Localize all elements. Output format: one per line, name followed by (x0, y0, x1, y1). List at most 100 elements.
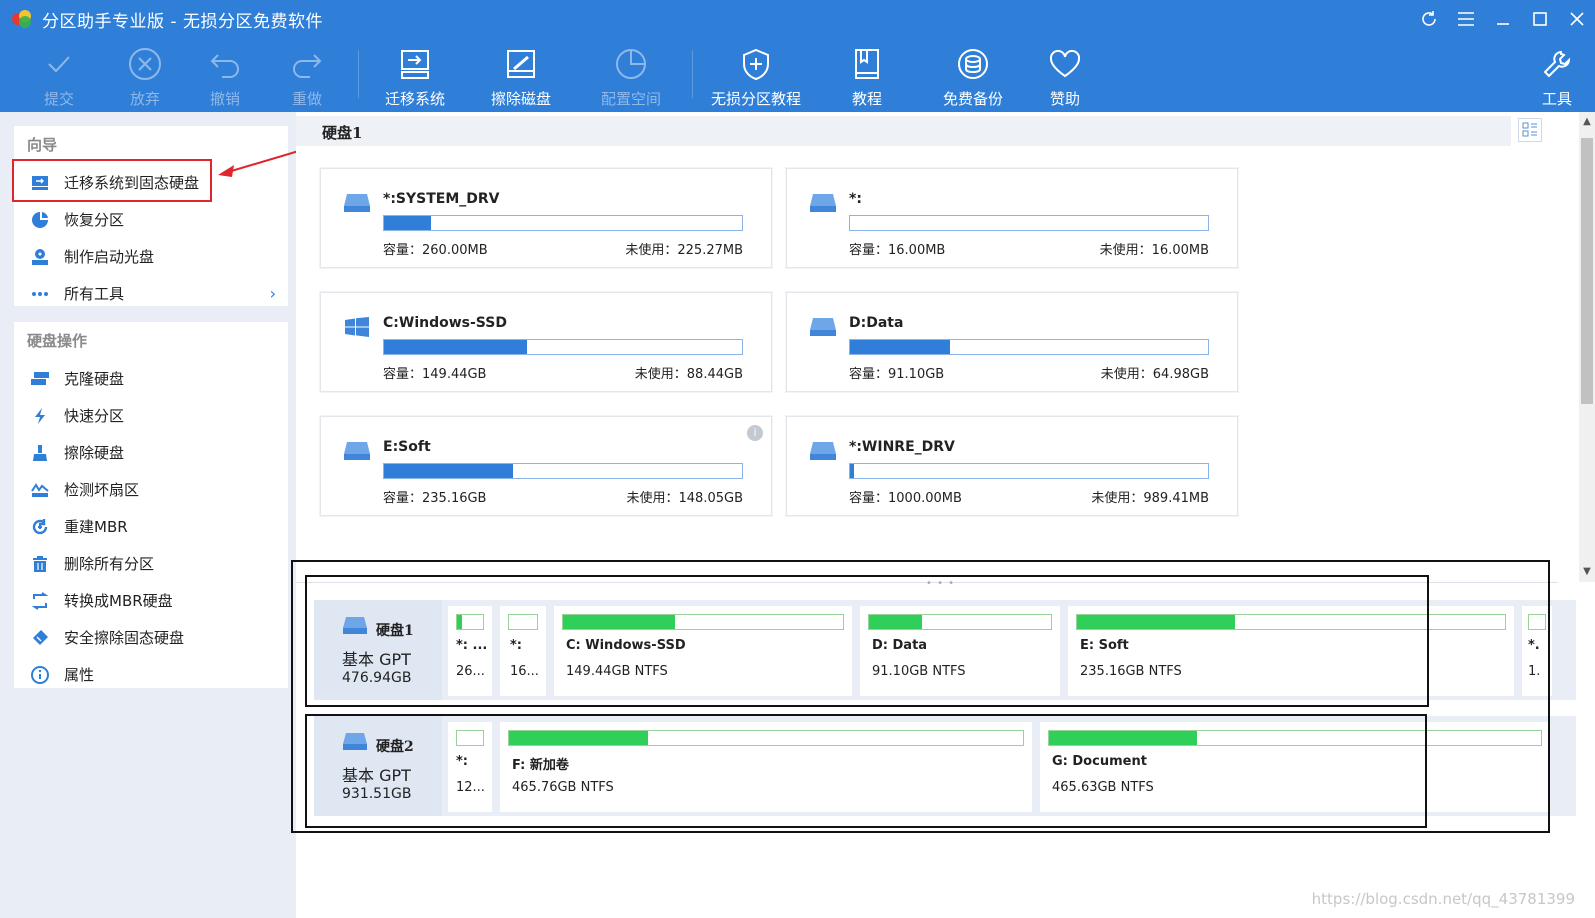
backup-database-icon (953, 44, 993, 84)
sidebar-item-bad-sector[interactable]: 检测坏扇区 (14, 471, 288, 508)
commit-button[interactable]: 提交 (36, 38, 82, 112)
usage-bar (849, 463, 1209, 479)
segment-usage-bar (562, 614, 844, 630)
sidebar-item-label: 重建MBR (64, 518, 128, 536)
partition-card[interactable]: *:SYSTEM_DRV 容量：260.00MB 未使用：225.27MB (320, 168, 772, 268)
drive-icon (810, 442, 836, 460)
sidebar-item-secure-erase[interactable]: 安全擦除固态硬盘 (14, 619, 288, 656)
quick-partition-icon (30, 406, 50, 426)
app-logo-icon (10, 7, 34, 31)
usage-bar-fill (850, 464, 854, 478)
disk-info[interactable]: 硬盘2 基本 GPT 931.51GB (314, 716, 442, 816)
toolbar-separator (692, 50, 693, 98)
segment-usage-fill (457, 615, 463, 629)
partition-card[interactable]: *:WINRE_DRV 容量：1000.00MB 未使用：989.41MB (786, 416, 1238, 516)
partition-segment[interactable]: *: ... 26... (448, 606, 492, 696)
rebuild-mbr-icon (30, 517, 50, 537)
menu-icon[interactable] (1447, 0, 1484, 38)
sidebar-item-convert-mbr[interactable]: 转换成MBR硬盘 (14, 582, 288, 619)
windows-icon (345, 317, 369, 337)
bootable-disc-icon (30, 247, 50, 267)
allocate-space-button[interactable]: 配置空间 (596, 38, 666, 112)
migrate-system-button[interactable]: 迁移系统 (380, 38, 450, 112)
drive-icon (344, 442, 370, 460)
sidebar-item-clone-disk[interactable]: 克隆硬盘 (14, 360, 288, 397)
toolbar: 提交 放弃 撤销 重做 迁移系统 擦除磁盘 配置空间 无损分区教程 教程 免费备… (0, 38, 1595, 112)
partition-segment[interactable]: D: Data 91.10GB NTFS (860, 606, 1060, 696)
sidebar-item-delete-all[interactable]: 删除所有分区 (14, 545, 288, 582)
sidebar-item-label: 迁移系统到固态硬盘 (64, 174, 200, 192)
discard-button[interactable]: 放弃 (122, 38, 168, 112)
sidebar-item-bootable-disc[interactable]: 制作启动光盘 (14, 238, 288, 275)
scroll-down-icon[interactable]: ▼ (1579, 564, 1595, 580)
properties-icon (30, 665, 50, 685)
scroll-up-icon[interactable]: ▲ (1579, 114, 1595, 130)
donate-button[interactable]: 赞助 (1042, 38, 1088, 112)
heart-icon (1045, 44, 1085, 84)
tutorial-button[interactable]: 教程 (844, 38, 890, 112)
disk-icon (343, 733, 367, 750)
sidebar-item-wipe-disk[interactable]: 擦除硬盘 (14, 434, 288, 471)
resize-grip-icon[interactable]: • • • (926, 578, 955, 589)
minimize-icon[interactable] (1484, 0, 1521, 38)
usage-bar-fill (384, 340, 528, 354)
partition-card[interactable]: E:Soft 容量：235.16GB 未使用：148.05GB i (320, 416, 772, 516)
segment-usage-bar (1076, 614, 1506, 630)
migrate-system-icon (395, 44, 435, 84)
disk-ops-title: 硬盘操作 (27, 332, 88, 350)
disk-row: 硬盘2 基本 GPT 931.51GB *: 12... F: 新加卷 465.… (314, 716, 1576, 816)
sidebar: 向导 迁移系统到固态硬盘 恢复分区 制作启动光盘 所有工具 › 硬盘操作 克隆硬… (0, 112, 296, 918)
partition-segment[interactable]: *. 1. (1522, 606, 1552, 696)
bad-sector-icon (30, 480, 50, 500)
maximize-icon[interactable] (1521, 0, 1558, 38)
usage-bar-fill (384, 464, 513, 478)
undo-button[interactable]: 撤销 (202, 38, 248, 112)
partition-card[interactable]: *: 容量：16.00MB 未使用：16.00MB (786, 168, 1238, 268)
cancel-circle-icon (125, 44, 165, 84)
sidebar-item-label: 检测坏扇区 (64, 481, 140, 499)
sidebar-item-label: 所有工具 (64, 285, 125, 303)
segment-usage-fill (869, 615, 922, 629)
tools-button[interactable]: 工具 (1534, 38, 1580, 112)
sidebar-item-label: 转换成MBR硬盘 (64, 592, 173, 610)
sidebar-item-properties[interactable]: 属性 (14, 656, 288, 693)
sidebar-item-label: 克隆硬盘 (64, 370, 125, 388)
segment-usage-fill (509, 731, 648, 745)
disk-info[interactable]: 硬盘1 基本 GPT 476.94GB (314, 600, 442, 700)
sidebar-item-rebuild-mbr[interactable]: 重建MBR (14, 508, 288, 545)
partition-segment[interactable]: G: Document 465.63GB NTFS (1040, 722, 1550, 812)
sidebar-item-recover-partition[interactable]: 恢复分区 (14, 201, 288, 238)
segment-usage-bar (868, 614, 1052, 630)
partition-card[interactable]: D:Data 容量：91.10GB 未使用：64.98GB (786, 292, 1238, 392)
sidebar-item-all-tools[interactable]: 所有工具 › (14, 275, 288, 312)
more-icon (30, 284, 50, 304)
drive-icon (344, 194, 370, 212)
view-toggle-button[interactable] (1518, 118, 1542, 142)
refresh-icon[interactable] (1410, 0, 1447, 38)
free-backup-button[interactable]: 免费备份 (938, 38, 1008, 112)
sidebar-item-label: 恢复分区 (64, 211, 125, 229)
segment-usage-bar (508, 614, 538, 630)
redo-button[interactable]: 重做 (284, 38, 330, 112)
partition-segment[interactable]: C: Windows-SSD 149.44GB NTFS (554, 606, 852, 696)
disk-header: 硬盘1 (296, 116, 1511, 146)
watermark: https://blog.csdn.net/qq_43781399 (1311, 890, 1575, 908)
partition-segment[interactable]: E: Soft 235.16GB NTFS (1068, 606, 1514, 696)
disk-ops-panel: 硬盘操作 克隆硬盘 快速分区 擦除硬盘 检测坏扇区 重建MBR 删除所有分区 转… (14, 322, 288, 688)
partition-segment[interactable]: *: 12... (448, 722, 492, 812)
partition-card[interactable]: C:Windows-SSD 容量：149.44GB 未使用：88.44GB (320, 292, 772, 392)
lossless-tutorial-button[interactable]: 无损分区教程 (708, 38, 804, 112)
chevron-right-icon: › (269, 284, 276, 303)
vertical-scrollbar[interactable]: ▲ ▼ (1579, 112, 1595, 582)
scrollbar-thumb[interactable] (1581, 138, 1593, 404)
partition-segment[interactable]: *: 16... (500, 606, 546, 696)
wipe-disk-icon (501, 44, 541, 84)
sidebar-item-label: 属性 (64, 666, 95, 684)
info-icon[interactable]: i (747, 425, 763, 441)
close-icon[interactable] (1558, 0, 1595, 38)
recover-partition-icon (30, 210, 50, 230)
drive-icon (810, 194, 836, 212)
wipe-disk-button[interactable]: 擦除磁盘 (486, 38, 556, 112)
partition-segment[interactable]: F: 新加卷 465.76GB NTFS (500, 722, 1032, 812)
sidebar-item-quick-partition[interactable]: 快速分区 (14, 397, 288, 434)
